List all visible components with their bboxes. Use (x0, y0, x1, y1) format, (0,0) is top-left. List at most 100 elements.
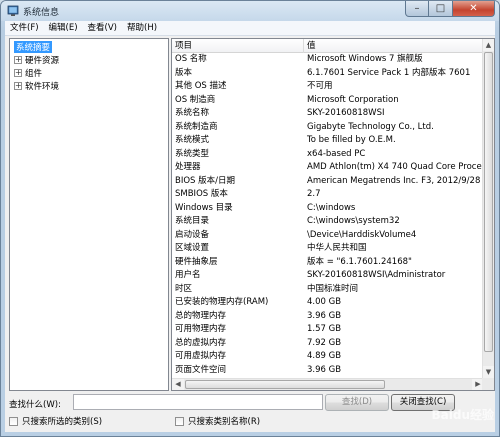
row-item-cell: 系统名称 (175, 108, 210, 118)
row-value-cell: 不可用 (307, 81, 333, 91)
row-value-cell: SKY-20160818WSI (307, 108, 385, 118)
menu-file[interactable]: 文件(F) (5, 21, 44, 35)
row-item-cell: 已安装的物理内存(RAM) (175, 297, 269, 307)
menu-view[interactable]: 查看(V) (83, 21, 122, 35)
table-row[interactable]: 用户名 SKY-20160818WSI\Administrator (172, 269, 490, 283)
menu-bar: 文件(F) 编辑(E) 查看(V) 帮助(H) (5, 21, 495, 36)
list-rows: OS 名称 Microsoft Windows 7 旗舰版版本 6.1.7601 S… (172, 53, 490, 377)
row-value-cell: C:\windows (307, 202, 356, 213)
table-row[interactable]: 已安装的物理内存(RAM) 4.00 GB (172, 296, 490, 310)
row-item-cell: 系统类型 (175, 148, 210, 159)
find-what-input[interactable] (73, 394, 323, 410)
row-value-cell: American Megatrends Inc. F3, 2012/9/28 星… (307, 175, 490, 186)
row-item-cell: 启动设备 (175, 229, 210, 240)
row-item-cell: OS 制造商 (175, 94, 216, 105)
column-header-value[interactable]: 值 (304, 39, 490, 53)
table-row[interactable]: Windows 目录 C:\windows (172, 202, 490, 216)
row-item-cell: 页面文件空间 (175, 364, 227, 375)
search-selected-category-label: 只搜索所选的类别(S) (22, 417, 103, 427)
table-row[interactable]: 系统目录 C:\windows\system32 (172, 215, 490, 229)
table-row[interactable]: SMBIOS 版本 2.7 (172, 188, 490, 202)
table-row[interactable]: 系统模式 To be filled by O.E.M. (172, 134, 490, 148)
row-item-cell: OS 名称 (175, 54, 207, 64)
row-item-cell: SMBIOS 版本 (175, 189, 228, 199)
search-category-names-checkbox[interactable] (175, 416, 184, 426)
table-row[interactable]: 硬件抽象层 版本 = "6.1.7601.24168" (172, 256, 490, 270)
row-item-cell: 处理器 (175, 162, 201, 172)
table-row[interactable]: 可用虚拟内存 4.89 GB (172, 350, 490, 364)
table-row[interactable]: 系统名称 SKY-20160818WSI (172, 107, 490, 121)
row-value-cell: AMD Athlon(tm) X4 740 Quad Core Processo (307, 162, 490, 172)
row-value-cell: 4.89 GB (307, 351, 342, 361)
table-row[interactable]: 系统类型 x64-based PC (172, 148, 490, 162)
row-value-cell: 4.00 GB (307, 297, 342, 307)
vertical-scrollbar[interactable]: ▲ ▼ (482, 39, 494, 378)
table-row[interactable]: BIOS 版本/日期 American Megatrends Inc. F3, 2… (172, 175, 490, 189)
table-row[interactable]: 页面文件空间 3.96 GB (172, 364, 490, 378)
horizontal-scroll-thumb[interactable] (185, 380, 385, 389)
row-item-cell: 区域设置 (175, 243, 210, 253)
tree-item-components[interactable]: + 组件 (14, 67, 42, 79)
row-item-cell: 用户名 (175, 270, 201, 280)
row-item-cell: 总的物理内存 (175, 310, 227, 321)
horizontal-scrollbar[interactable]: ◀ ▶ (172, 378, 484, 390)
row-value-cell: 3.96 GB (307, 310, 342, 321)
minimize-icon: – (414, 2, 420, 14)
row-item-cell: 可用物理内存 (175, 324, 227, 334)
row-item-cell: 总的虚拟内存 (175, 337, 227, 348)
table-row[interactable]: 区域设置 中华人民共和国 (172, 242, 490, 256)
tree-item-label: 硬件资源 (25, 56, 60, 66)
minimize-button[interactable]: – (405, 1, 429, 17)
search-selected-category-option[interactable]: 只搜索所选的类别(S) (9, 415, 102, 427)
table-row[interactable]: OS 名称 Microsoft Windows 7 旗舰版 (172, 53, 490, 67)
search-selected-category-checkbox[interactable] (9, 416, 18, 426)
row-item-cell: 可用虚拟内存 (175, 351, 227, 361)
vertical-scroll-thumb[interactable] (484, 52, 493, 352)
row-value-cell: SKY-20160818WSI\Administrator (307, 270, 446, 280)
find-what-label: 查找什么(W): (9, 400, 61, 410)
menu-help[interactable]: 帮助(H) (122, 21, 162, 35)
row-value-cell: Gigabyte Technology Co., Ltd. (307, 121, 434, 132)
table-row[interactable]: 其他 OS 描述 不可用 (172, 80, 490, 94)
table-row[interactable]: 总的物理内存 3.96 GB (172, 310, 490, 324)
expand-icon[interactable]: + (14, 69, 22, 77)
menu-edit[interactable]: 编辑(E) (44, 21, 83, 35)
table-row[interactable]: 系统制造商 Gigabyte Technology Co., Ltd. (172, 121, 490, 135)
row-value-cell: 3.96 GB (307, 364, 342, 375)
row-value-cell: Microsoft Windows 7 旗舰版 (307, 54, 423, 64)
expand-icon[interactable]: + (14, 56, 22, 64)
expand-icon[interactable]: + (14, 82, 22, 90)
scroll-down-icon[interactable]: ▼ (483, 366, 494, 378)
row-item-cell: 系统模式 (175, 135, 210, 145)
row-value-cell: 版本 = "6.1.7601.24168" (307, 256, 412, 267)
scroll-up-icon[interactable]: ▲ (483, 39, 494, 51)
row-value-cell: C:\windows\system32 (307, 216, 400, 226)
row-value-cell: To be filled by O.E.M. (307, 135, 396, 145)
row-value-cell: 1.57 GB (307, 324, 342, 334)
table-row[interactable]: 总的虚拟内存 7.92 GB (172, 337, 490, 351)
table-row[interactable]: 可用物理内存 1.57 GB (172, 323, 490, 337)
tree-item-hardware-resources[interactable]: + 硬件资源 (14, 54, 59, 66)
row-item-cell: 系统制造商 (175, 121, 218, 132)
close-window-button[interactable]: ✕ (453, 1, 495, 17)
maximize-button[interactable]: □ (429, 1, 453, 17)
row-value-cell: 7.92 GB (307, 337, 342, 348)
scroll-left-icon[interactable]: ◀ (172, 379, 184, 390)
table-row[interactable]: 版本 6.1.7601 Service Pack 1 内部版本 7601 (172, 67, 490, 81)
title-bar[interactable]: 系统信息 – □ ✕ (1, 1, 499, 21)
tree-item-software-environment[interactable]: + 软件环境 (14, 80, 59, 92)
category-tree: 系统摘要 + 硬件资源 + 组件 + 软件环境 (9, 38, 169, 391)
tree-item-system-summary[interactable]: 系统摘要 (14, 41, 53, 53)
tree-item-label: 系统摘要 (14, 41, 53, 53)
row-value-cell: \Device\HarddiskVolume4 (307, 229, 417, 240)
find-button[interactable]: 查找(D) (325, 394, 389, 411)
row-item-cell: 硬件抽象层 (175, 256, 218, 267)
table-row[interactable]: OS 制造商 Microsoft Corporation (172, 94, 490, 108)
system-info-window: 系统信息 – □ ✕ 文件(F) 编辑(E) 查看(V) 帮助(H) 系统摘要 … (0, 0, 500, 437)
column-header-item[interactable]: 项目 (172, 39, 304, 53)
table-row[interactable]: 时区 中国标准时间 (172, 283, 490, 297)
table-row[interactable]: 启动设备 \Device\HarddiskVolume4 (172, 229, 490, 243)
search-category-names-option[interactable]: 只搜索类别名称(R) (175, 415, 260, 427)
table-row[interactable]: 处理器 AMD Athlon(tm) X4 740 Quad Core Proce… (172, 161, 490, 175)
tree-item-label: 软件环境 (25, 82, 60, 92)
